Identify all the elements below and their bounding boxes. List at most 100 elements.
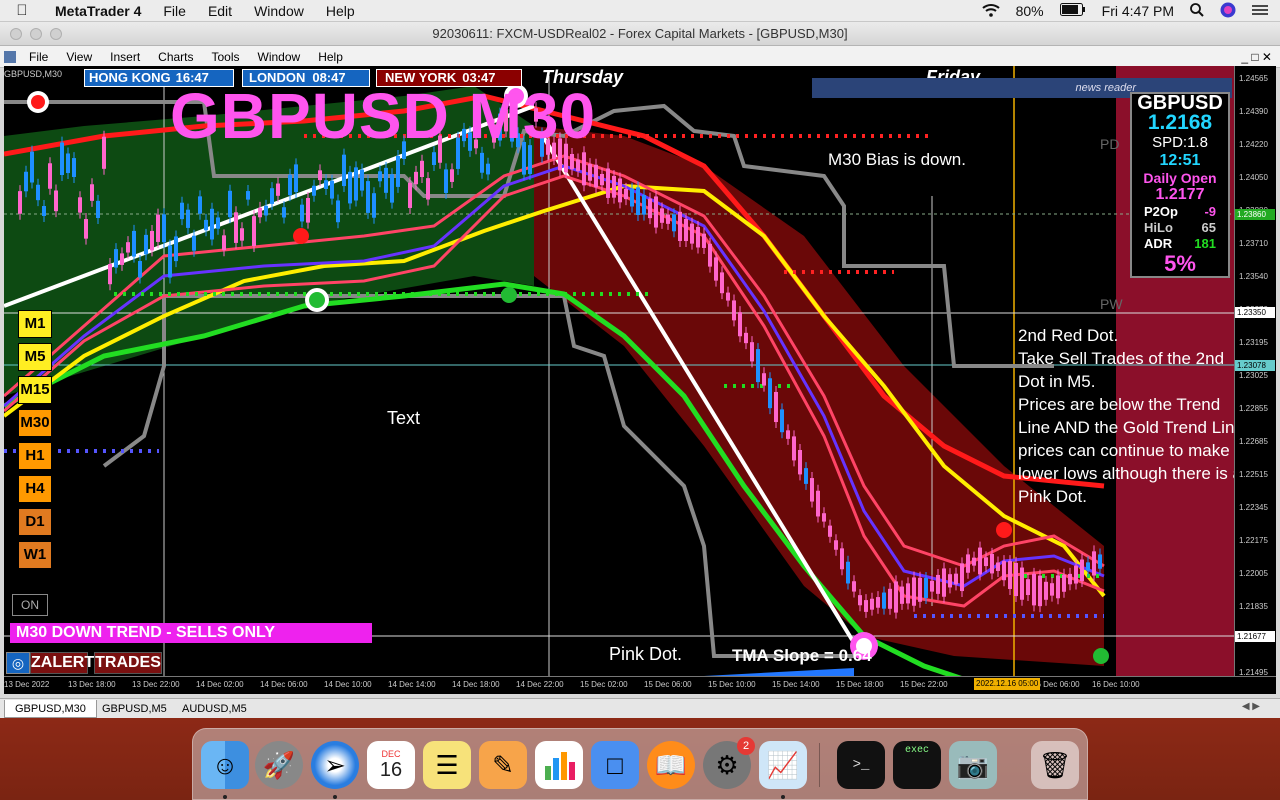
menu-file[interactable]: File <box>152 3 197 19</box>
price-axis-label: 1.23710 <box>1239 239 1268 248</box>
tf-button-d1[interactable]: D1 <box>18 508 52 536</box>
mdi-controls[interactable]: _ □ ✕ <box>1241 50 1272 64</box>
finder-icon[interactable]: ☺ <box>201 741 249 789</box>
chart-tabs-bar: GBPUSD,M30 GBPUSD,M5 AUDUSD,M5 ◀ ▶ <box>0 698 1280 718</box>
price-tag-week: 1.23350 <box>1235 307 1275 318</box>
red-signal-dot <box>293 228 309 244</box>
green-signal-dot <box>501 287 517 303</box>
on-toggle-button[interactable]: ON <box>12 594 48 616</box>
time-axis[interactable]: 13 Dec 2022 13 Dec 18:00 13 Dec 22:00 14 De… <box>4 676 1276 694</box>
tf-button-m1[interactable]: M1 <box>18 310 52 338</box>
tf-button-w1[interactable]: W1 <box>18 541 52 569</box>
price-axis[interactable]: 1.245651.243901.242201.240501.238801.237… <box>1234 66 1276 677</box>
mt4-menu-help[interactable]: Help <box>309 50 352 64</box>
time-axis-label: 14 Dec 14:00 <box>388 680 436 689</box>
books-icon[interactable]: 📖 <box>647 741 695 789</box>
chart-tab-gbpusd-m5[interactable]: GBPUSD,M5 <box>92 700 177 718</box>
red-signal-dot <box>996 522 1012 538</box>
time-axis-label: 14 Dec 02:00 <box>196 680 244 689</box>
symbol-tag: GBPUSD,M30 <box>4 69 63 79</box>
calendar-icon[interactable]: DEC 16 <box>367 741 415 789</box>
trash-icon[interactable]: 🗑 <box>1031 741 1079 789</box>
text-label: Text <box>387 408 421 428</box>
mt4-menu-insert[interactable]: Insert <box>101 50 149 64</box>
launchpad-icon[interactable]: 🚀 <box>255 741 303 789</box>
price-axis-label: 1.22005 <box>1239 569 1268 578</box>
keynote-icon[interactable]: □ <box>591 741 639 789</box>
price-axis-label: 1.24220 <box>1239 140 1268 149</box>
mt4-menubar: File View Insert Charts Tools Window Hel… <box>0 46 1280 68</box>
running-indicator <box>781 795 785 799</box>
mt4-menu-charts[interactable]: Charts <box>149 50 202 64</box>
chart-document-icon <box>4 50 16 63</box>
alert-button[interactable]: ZALERT <box>30 652 94 674</box>
tf-button-m15[interactable]: M15 <box>18 376 52 404</box>
price-chart[interactable]: GBPUSD,M30 HONG KONG 16:47 LONDON 08:47 NE… <box>4 66 1276 694</box>
running-indicator <box>223 795 227 799</box>
green-signal-dot <box>1093 648 1109 664</box>
tab-scroll-arrows[interactable]: ◀ ▶ <box>1242 701 1260 712</box>
panel-p2o: -9 <box>1204 204 1216 219</box>
panel-percent: 5% <box>1164 251 1196 276</box>
mt4-menu-file[interactable]: File <box>20 50 57 64</box>
tma-slope-bar <box>704 668 854 676</box>
macos-menubar:  MetaTrader 4 File Edit Window Help 80%… <box>0 0 1280 22</box>
trend-banner: M30 DOWN TREND - SELLS ONLY <box>10 623 372 643</box>
mt4-menu-tools[interactable]: Tools <box>203 50 249 64</box>
tf-button-h4[interactable]: H4 <box>18 475 52 503</box>
menu-edit[interactable]: Edit <box>197 3 243 19</box>
menu-help[interactable]: Help <box>315 3 366 19</box>
dock-separator <box>819 743 820 787</box>
chart-tab-audusd-m5[interactable]: AUDUSD,M5 <box>172 700 257 718</box>
target-settings-icon[interactable]: ◎ <box>6 652 30 674</box>
clock[interactable]: Fri 4:47 PM <box>1102 3 1174 19</box>
apple-menu-icon[interactable]:  <box>0 2 44 19</box>
metatrader-icon[interactable]: 📈 <box>759 741 807 789</box>
time-cursor-tag: 2022.12.16 05:00 <box>974 678 1041 690</box>
price-axis-label: 1.21835 <box>1239 602 1268 611</box>
price-axis-label: 1.24565 <box>1239 74 1268 83</box>
mt4-menu-view[interactable]: View <box>57 50 101 64</box>
spotlight-search-icon[interactable] <box>1190 2 1204 20</box>
time-axis-label: 13 Dec 22:00 <box>132 680 180 689</box>
numbers-icon[interactable] <box>535 741 583 789</box>
time-axis-label: 15 Dec 18:00 <box>836 680 884 689</box>
mt4-menu-window[interactable]: Window <box>249 50 310 64</box>
tma-slope-label: TMA Slope = 0.64 <box>732 646 872 665</box>
time-axis-label: 14 Dec 10:00 <box>324 680 372 689</box>
preview-icon[interactable]: 📷 <box>949 741 997 789</box>
notes-icon[interactable]: ☰ <box>423 741 471 789</box>
window-title: 92030611: FXCM-USDReal02 - Forex Capital… <box>432 26 848 41</box>
chart-tab-gbpusd-m30[interactable]: GBPUSD,M30 <box>4 700 97 718</box>
pages-icon[interactable]: ✎ <box>479 741 527 789</box>
price-axis-label: 1.22685 <box>1239 437 1268 446</box>
price-axis-label: 1.22515 <box>1239 470 1268 479</box>
safari-icon[interactable]: ➢ <box>311 741 359 789</box>
tf-button-m5[interactable]: M5 <box>18 343 52 371</box>
terminal-exec-icon[interactable]: exec <box>893 741 941 789</box>
terminal-icon[interactable]: >_ <box>837 741 885 789</box>
app-menu[interactable]: MetaTrader 4 <box>44 3 152 19</box>
time-axis-label: 14 Dec 22:00 <box>516 680 564 689</box>
zoom-window-button[interactable] <box>50 28 62 40</box>
panel-adr-label: ADR <box>1144 236 1173 251</box>
panel-symbol: GBPUSD <box>1137 92 1223 114</box>
menu-window[interactable]: Window <box>243 3 315 19</box>
minimize-window-button[interactable] <box>30 28 42 40</box>
battery-icon[interactable] <box>1059 3 1086 19</box>
tf-button-m30[interactable]: M30 <box>18 409 52 437</box>
price-axis-label: 1.23025 <box>1239 371 1268 380</box>
wifi-icon[interactable] <box>981 3 1000 20</box>
siri-icon[interactable] <box>1220 2 1236 21</box>
price-axis-label: 1.23540 <box>1239 272 1268 281</box>
tf-button-h1[interactable]: H1 <box>18 442 52 470</box>
time-axis-label: 15 Dec 02:00 <box>580 680 628 689</box>
close-window-button[interactable] <box>10 28 22 40</box>
trades-button[interactable]: TRADES <box>94 652 162 674</box>
price-tag-cyan: 1.23078 <box>1235 360 1275 371</box>
price-axis-label: 1.22855 <box>1239 404 1268 413</box>
control-center-icon[interactable] <box>1252 3 1268 19</box>
big-symbol-title: GBPUSD M30 <box>170 80 597 152</box>
battery-percent: 80% <box>1015 3 1044 19</box>
time-axis-label: 14 Dec 06:00 <box>260 680 308 689</box>
